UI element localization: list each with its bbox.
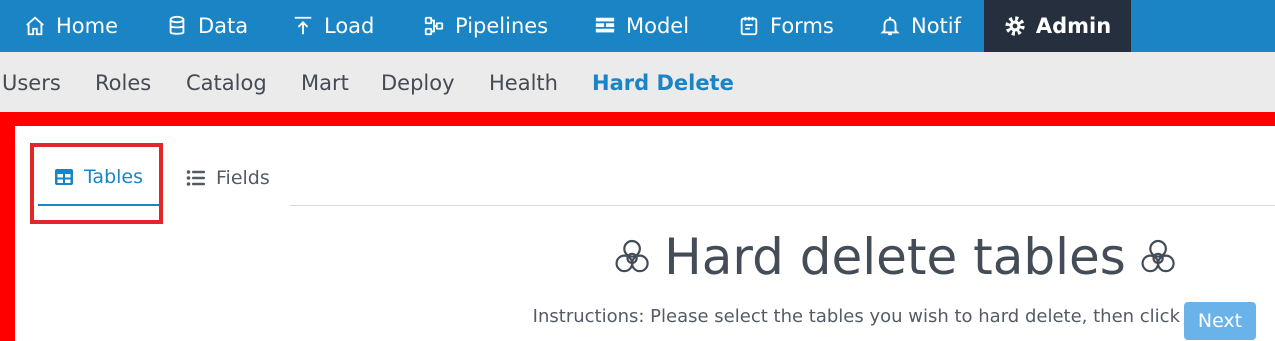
nav-forms-label: Forms [770,14,834,38]
nav-admin[interactable]: Admin [984,0,1131,52]
subnav-health[interactable]: Health [489,52,558,112]
database-icon [166,15,188,37]
list-icon [186,170,205,186]
biohazard-icon [1141,239,1175,273]
tab-fields[interactable]: Fields [186,150,270,206]
forms-icon [738,15,760,37]
instructions-text: Instructions: Please select the tables y… [532,306,1180,327]
biohazard-icon [615,239,649,273]
red-outline-left [0,112,15,341]
table-icon [54,169,73,185]
nav-notif-label: Notif [911,14,962,38]
gear-icon [1004,15,1026,37]
nav-model-label: Model [626,14,690,38]
subnav-hard-delete[interactable]: Hard Delete [592,52,734,112]
nav-data-label: Data [198,14,249,38]
subnav-deploy[interactable]: Deploy [381,52,455,112]
nav-pipelines-label: Pipelines [455,14,549,38]
bell-icon [879,15,901,37]
top-navbar: Home Data Load Pipelines Model Forms Not… [0,0,1275,52]
admin-subnav: Users Roles Catalog Mart Deploy Health H… [0,52,1275,112]
nav-data[interactable]: Data [166,0,248,52]
tabs-divider [290,205,1275,206]
nav-load[interactable]: Load [292,0,374,52]
home-icon [24,15,46,37]
subnav-users[interactable]: Users [2,52,61,112]
nav-pipelines[interactable]: Pipelines [423,0,548,52]
next-button[interactable]: Next [1184,302,1256,340]
pipelines-icon [423,15,445,37]
page-title-text: Hard delete tables [664,228,1126,286]
model-icon [594,15,616,37]
nav-model[interactable]: Model [594,0,689,52]
subnav-mart[interactable]: Mart [301,52,349,112]
nav-home[interactable]: Home [24,0,118,52]
nav-admin-label: Admin [1035,14,1112,38]
tab-tables-label: Tables [83,166,144,188]
subnav-roles[interactable]: Roles [95,52,151,112]
nav-forms[interactable]: Forms [738,0,834,52]
nav-notif[interactable]: Notif [879,0,961,52]
tab-fields-label: Fields [216,167,270,189]
nav-home-label: Home [56,14,119,38]
subnav-catalog[interactable]: Catalog [186,52,267,112]
tab-tables[interactable]: Tables [38,150,159,206]
upload-icon [292,15,314,37]
red-outline-top [0,112,1275,126]
nav-load-label: Load [324,14,375,38]
page-title: Hard delete tables [600,224,1190,290]
